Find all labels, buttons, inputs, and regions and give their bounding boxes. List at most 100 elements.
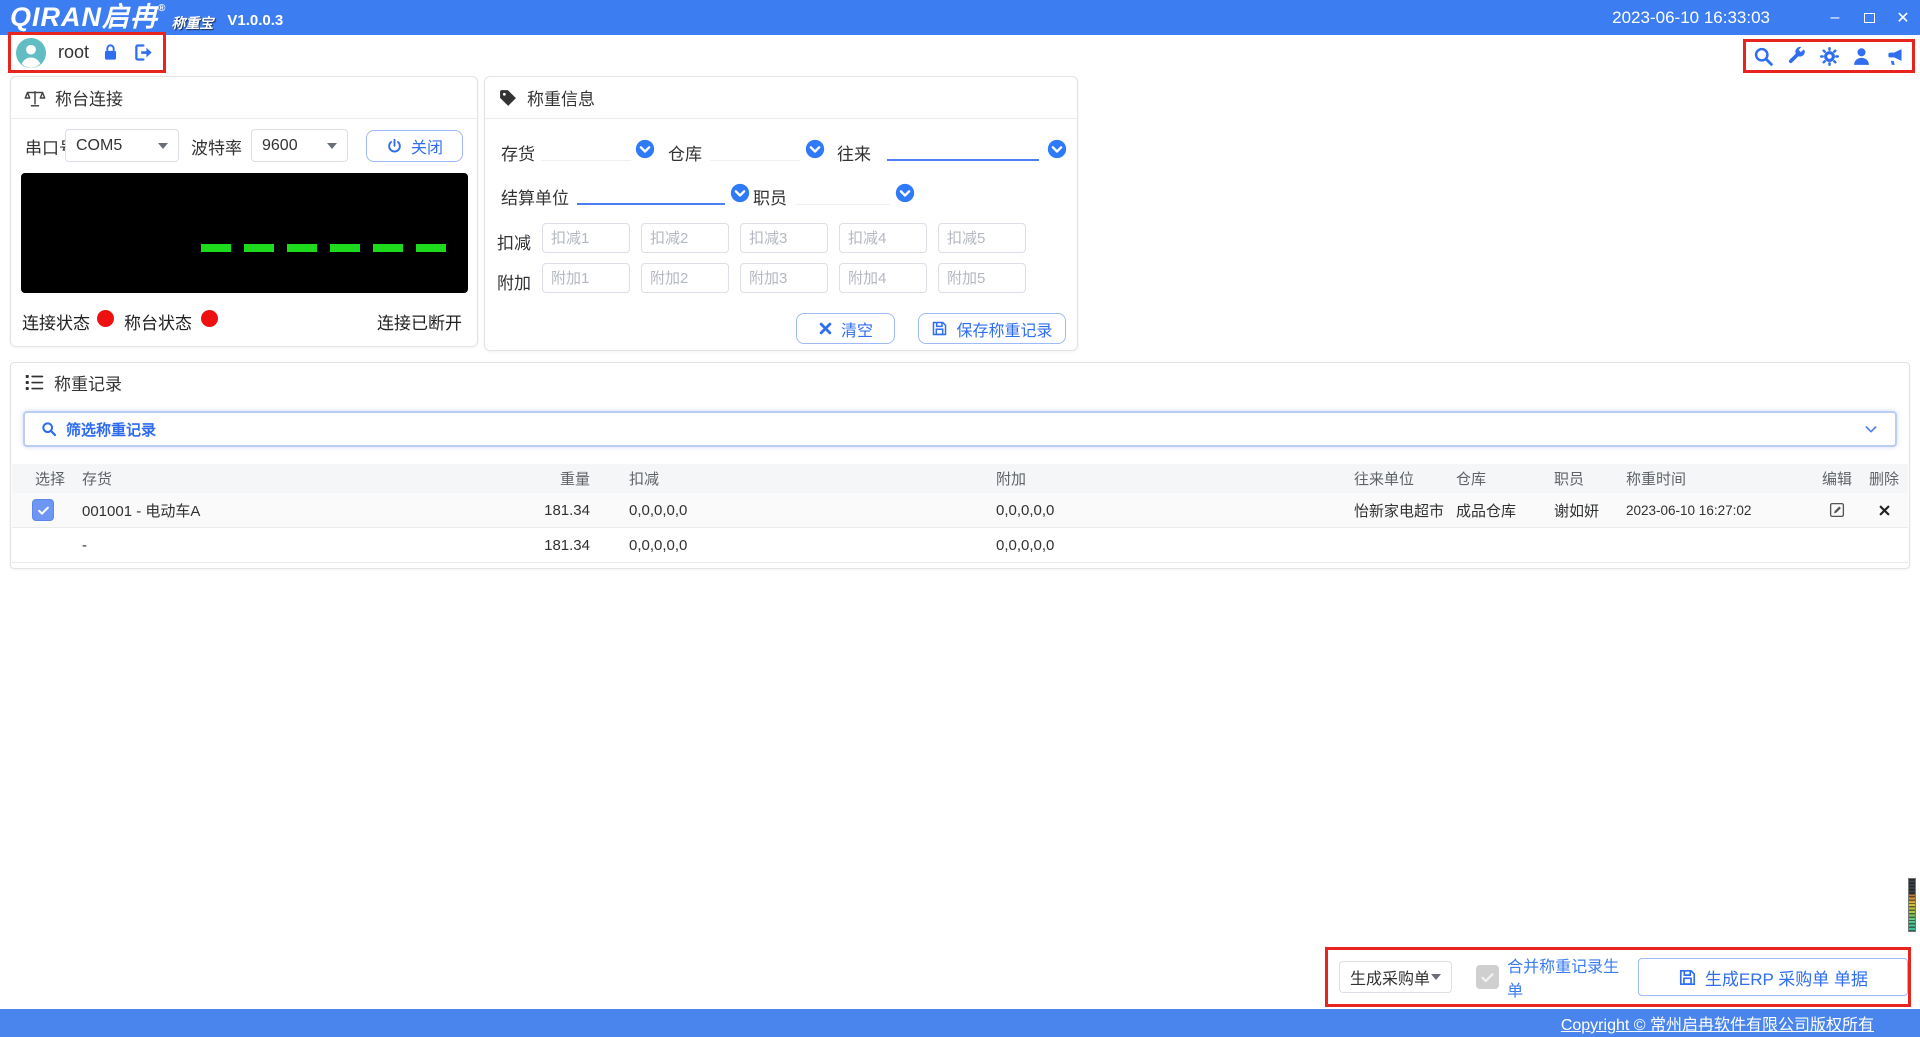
led-dash xyxy=(201,244,231,252)
clear-button[interactable]: 清空 xyxy=(796,313,895,344)
close-button[interactable]: ✕ xyxy=(1886,0,1920,35)
delete-icon[interactable] xyxy=(1878,504,1891,517)
inventory-input[interactable] xyxy=(541,137,631,161)
col-deduct: 扣减 xyxy=(629,471,660,488)
inventory-label: 存货 xyxy=(501,145,535,164)
merge-records-label[interactable]: 合并称重记录生单 xyxy=(1507,953,1629,1001)
cell-deduct: 0,0,0,0,0 xyxy=(629,536,688,554)
minimize-button[interactable]: – xyxy=(1818,0,1852,35)
maximize-button[interactable] xyxy=(1852,0,1886,35)
settle-unit-input[interactable] xyxy=(577,181,725,205)
settle-unit-dropdown-icon[interactable] xyxy=(730,183,750,203)
led-dash xyxy=(416,244,446,252)
deduct-input-4[interactable] xyxy=(839,223,927,253)
inventory-dropdown-icon[interactable] xyxy=(635,139,655,159)
col-warehouse: 仓库 xyxy=(1456,471,1487,488)
status-row: 连接状态 称台状态 连接已断开 xyxy=(11,307,477,333)
generate-erp-button[interactable]: 生成ERP 采购单 单据 xyxy=(1637,958,1908,996)
row-checkbox[interactable] xyxy=(32,499,54,521)
list-icon xyxy=(25,374,44,390)
search-icon[interactable] xyxy=(1753,46,1774,67)
deduct-row: 扣减 xyxy=(485,223,1077,253)
announcement-icon[interactable] xyxy=(1884,46,1905,67)
save-record-button[interactable]: 保存称重记录 xyxy=(918,313,1066,344)
led-dash xyxy=(287,244,317,252)
user-highlight-box: root xyxy=(8,32,166,73)
app-version: V1.0.0.3 xyxy=(227,12,284,29)
avatar[interactable] xyxy=(16,37,46,68)
extra-label: 附加 xyxy=(497,274,531,293)
cell-time: 2023-06-10 16:27:02 xyxy=(1626,502,1752,518)
generate-type-select[interactable]: 生成采购单 xyxy=(1339,961,1453,993)
panel-title: 称台连接 xyxy=(55,90,123,109)
weighing-info-panel: 称重信息 存货 仓库 往来 结算单位 职员 扣减 扣减1 扣减2 扣减3 扣减4… xyxy=(484,76,1078,351)
close-port-button[interactable]: 关闭 xyxy=(366,130,463,162)
logout-icon[interactable] xyxy=(132,42,153,63)
staff-input[interactable] xyxy=(795,181,890,205)
led-dash xyxy=(330,244,360,252)
extra-input-4[interactable] xyxy=(839,263,927,293)
gear-icon[interactable] xyxy=(1819,46,1840,67)
cell-contact: 怡新家电超市 xyxy=(1354,502,1445,520)
edit-icon[interactable] xyxy=(1828,501,1846,519)
cell-weight: 181.34 xyxy=(544,536,590,554)
col-select: 选择 xyxy=(35,471,66,488)
connection-status-dot xyxy=(97,310,114,327)
app-logo-badge: 称重宝 xyxy=(171,14,214,31)
form-row-1: 存货 仓库 往来 xyxy=(485,137,1077,167)
extra-input-5[interactable] xyxy=(938,263,1026,293)
wrench-icon[interactable] xyxy=(1786,46,1807,67)
contact-dropdown-icon[interactable] xyxy=(1047,139,1067,159)
warehouse-dropdown-icon[interactable] xyxy=(805,139,825,159)
maximize-icon xyxy=(1863,12,1875,23)
app-window: QIRAN启冉® 称重宝 V1.0.0.3 2023-06-10 16:33:0… xyxy=(0,0,1920,1037)
deduct-input-2[interactable] xyxy=(641,223,729,253)
weighing-records-panel: 称重记录 筛选称重记录 选择 存货 重量 扣减 附加 往来单位 仓库 职员 称重… xyxy=(10,362,1910,569)
settle-unit-label: 结算单位 xyxy=(501,189,569,208)
warehouse-label: 仓库 xyxy=(668,145,702,164)
extra-input-3[interactable] xyxy=(740,263,828,293)
records-table: 选择 存货 重量 扣减 附加 往来单位 仓库 职员 称重时间 编辑 删除 001… xyxy=(12,464,1908,563)
contact-label: 往来 xyxy=(837,145,871,164)
contact-input[interactable] xyxy=(887,137,1039,161)
footer-bar: Copyright © 常州启冉软件有限公司版权所有 xyxy=(0,1009,1920,1037)
chevron-down-icon[interactable] xyxy=(1863,421,1879,437)
col-inventory: 存货 xyxy=(82,471,113,488)
deduct-label: 扣减 xyxy=(497,234,531,253)
extra-input-1[interactable] xyxy=(542,263,630,293)
led-dash xyxy=(373,244,403,252)
warehouse-input[interactable] xyxy=(710,137,800,161)
deduct-input-5[interactable] xyxy=(938,223,1026,253)
scale-status-dot xyxy=(201,310,218,327)
port-select[interactable]: COM5 xyxy=(65,129,179,162)
clock-datetime: 2023-06-10 16:33:03 xyxy=(1612,7,1770,27)
deduct-input-3[interactable] xyxy=(740,223,828,253)
col-time: 称重时间 xyxy=(1626,471,1687,488)
baud-label: 波特率 xyxy=(191,139,242,158)
caret-down-icon xyxy=(158,142,168,149)
deduct-input-1[interactable] xyxy=(542,223,630,253)
clear-x-icon xyxy=(819,322,832,335)
user-icon[interactable] xyxy=(1851,46,1872,67)
staff-dropdown-icon[interactable] xyxy=(895,183,915,203)
col-contact: 往来单位 xyxy=(1354,471,1415,488)
col-edit: 编辑 xyxy=(1821,471,1852,488)
cell-extra: 0,0,0,0,0 xyxy=(996,501,1055,519)
power-icon xyxy=(388,138,401,152)
staff-label: 职员 xyxy=(753,189,787,208)
weight-led-display xyxy=(21,173,468,293)
copyright-link[interactable]: Copyright © 常州启冉软件有限公司版权所有 xyxy=(1561,1011,1874,1035)
table-row: 001001 - 电动车A 181.34 0,0,0,0,0 0,0,0,0,0… xyxy=(12,493,1908,528)
scale-status-label: 称台状态 xyxy=(124,314,192,333)
merge-records-checkbox[interactable] xyxy=(1476,965,1500,989)
tag-icon xyxy=(500,89,516,106)
led-dash xyxy=(244,244,274,252)
baud-select[interactable]: 9600 xyxy=(251,129,348,162)
extra-input-2[interactable] xyxy=(641,263,729,293)
filter-records-bar[interactable]: 筛选称重记录 xyxy=(23,411,1897,447)
generate-order-highlight-box: 生成采购单 合并称重记录生单 生成ERP 采购单 单据 xyxy=(1325,947,1911,1007)
col-staff: 职员 xyxy=(1554,471,1585,488)
scale-connection-panel: 称台连接 串口号 COM5 波特率 9600 关闭 连接状态 称台状态 连接已断… xyxy=(10,76,478,347)
tools-highlight-box xyxy=(1743,39,1915,73)
lock-icon[interactable] xyxy=(101,43,120,62)
